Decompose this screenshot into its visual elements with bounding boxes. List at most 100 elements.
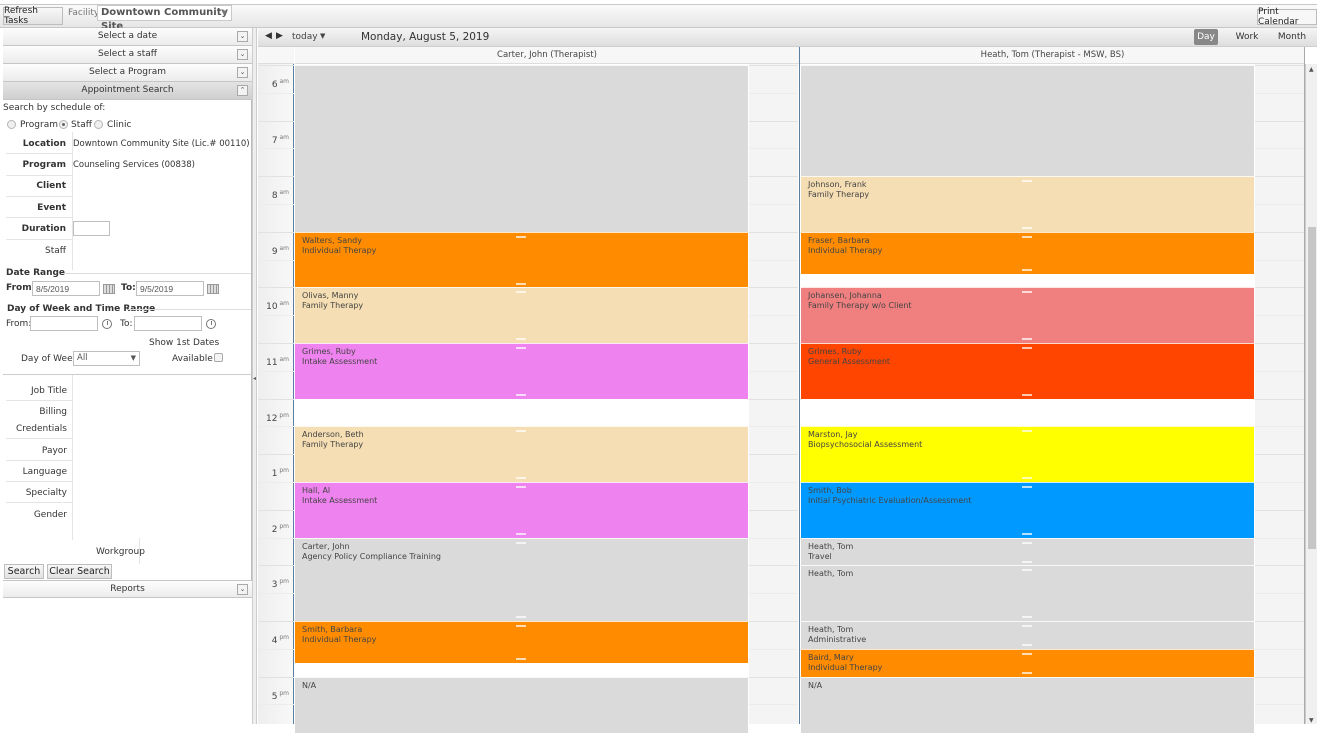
resize-handle[interactable] — [516, 394, 526, 396]
resize-handle[interactable] — [516, 291, 526, 293]
resize-handle[interactable] — [516, 283, 526, 285]
calendar-scrollbar[interactable]: ▲ ▼ — [1305, 64, 1317, 724]
appointment[interactable]: Johnson, Frank Family Therapy — [801, 176, 1254, 232]
unavailable-block[interactable]: N/A — [295, 677, 748, 733]
resize-handle[interactable] — [1022, 394, 1032, 396]
accordion-select-program[interactable]: Select a Program ⌄ — [3, 64, 252, 82]
appointment[interactable]: Anderson, Beth Family Therapy — [295, 426, 748, 482]
resize-handle[interactable] — [1022, 672, 1032, 674]
appointment[interactable]: Hall, Al Intake Assessment — [295, 482, 748, 538]
today-dropdown-icon[interactable]: ▼ — [320, 32, 325, 40]
resize-handle[interactable] — [1022, 644, 1032, 646]
grid-line — [749, 482, 798, 483]
radio-clinic[interactable] — [94, 120, 103, 129]
view-month-button[interactable]: Month — [1276, 29, 1308, 45]
radio-program-label: Program — [20, 120, 58, 130]
resize-handle[interactable] — [516, 338, 526, 340]
event-label: Event — [37, 203, 66, 213]
appointment[interactable]: Baird, Mary Individual Therapy — [801, 649, 1254, 677]
resize-handle[interactable] — [516, 542, 526, 544]
resize-handle[interactable] — [516, 347, 526, 349]
time-to-input[interactable] — [134, 316, 202, 331]
day-of-week-select[interactable]: All ▼ — [73, 351, 140, 366]
resize-handle[interactable] — [516, 658, 526, 660]
next-arrow-icon[interactable]: ▶ — [276, 31, 283, 41]
radio-program[interactable] — [7, 120, 16, 129]
resize-handle[interactable] — [516, 430, 526, 432]
appointment[interactable]: Grimes, Ruby General Assessment — [801, 343, 1254, 399]
appointment[interactable]: Smith, Barbara Individual Therapy — [295, 621, 748, 663]
view-work-week-button[interactable]: Work week — [1223, 29, 1271, 58]
resize-handle[interactable] — [1022, 227, 1032, 229]
accordion-reports[interactable]: Reports ⌄ — [3, 580, 252, 598]
accordion-appointment-search[interactable]: Appointment Search ⌃ — [3, 82, 252, 100]
resize-handle[interactable] — [1022, 653, 1032, 655]
appointment[interactable]: Olivas, Manny Family Therapy — [295, 287, 748, 343]
column-divider — [799, 47, 800, 724]
search-button[interactable]: Search — [4, 564, 44, 579]
scrollbar-thumb[interactable] — [1308, 227, 1316, 549]
facility-select[interactable]: Downtown Community Site ▼ — [97, 5, 232, 32]
appointment[interactable]: Johansen, Johanna Family Therapy w/o Clie… — [801, 287, 1254, 343]
scroll-up-icon[interactable]: ▲ — [1309, 66, 1314, 73]
resize-handle[interactable] — [1022, 236, 1032, 238]
scroll-down-icon[interactable]: ▼ — [1309, 717, 1314, 724]
resize-handle[interactable] — [1022, 569, 1032, 571]
resize-handle[interactable] — [1022, 347, 1032, 349]
resize-handle[interactable] — [516, 533, 526, 535]
resize-handle[interactable] — [516, 486, 526, 488]
unavailable-block[interactable] — [295, 65, 748, 232]
calendar-icon[interactable] — [207, 284, 219, 294]
clear-search-button[interactable]: Clear Search — [47, 564, 112, 579]
appointment[interactable]: Smith, Bob Initial Psychiatric Evaluation… — [801, 482, 1254, 538]
view-day-button[interactable]: Day — [1194, 29, 1218, 45]
calendar-icon[interactable] — [103, 284, 115, 294]
appointment[interactable]: Fraser, Barbara Individual Therapy — [801, 232, 1254, 274]
client-label: Client — [36, 181, 66, 191]
unavailable-block[interactable] — [801, 65, 1254, 176]
resize-handle[interactable] — [516, 625, 526, 627]
grid-line — [1255, 371, 1304, 372]
time-from-input[interactable] — [30, 316, 98, 331]
resize-handle[interactable] — [516, 616, 526, 618]
resize-handle[interactable] — [1022, 486, 1032, 488]
resize-handle[interactable] — [1022, 616, 1032, 618]
resize-handle[interactable] — [516, 236, 526, 238]
resize-handle[interactable] — [1022, 533, 1032, 535]
radio-staff[interactable] — [59, 120, 68, 129]
duration-input[interactable] — [73, 221, 110, 236]
refresh-tasks-button[interactable]: Refresh Tasks — [3, 6, 63, 26]
clock-icon[interactable] — [102, 319, 112, 329]
today-button[interactable]: today — [292, 32, 318, 42]
accordion-select-staff[interactable]: Select a staff ⌄ — [3, 46, 252, 64]
appointment[interactable]: Grimes, Ruby Intake Assessment — [295, 343, 748, 399]
appointment[interactable]: Heath, Tom — [801, 565, 1254, 621]
resize-handle[interactable] — [1022, 477, 1032, 479]
time-label: 3 pm — [271, 578, 289, 591]
panel-splitter[interactable]: ◂ — [252, 28, 257, 724]
resize-handle[interactable] — [516, 477, 526, 479]
resize-handle[interactable] — [1022, 180, 1032, 182]
resize-handle[interactable] — [1022, 625, 1032, 627]
appointment[interactable]: Walters, Sandy Individual Therapy — [295, 232, 748, 288]
appointment[interactable]: Marston, Jay Biopsychosocial Assessment — [801, 426, 1254, 482]
appointment[interactable]: Carter, John Agency Policy Compliance Tra… — [295, 538, 748, 621]
resize-handle[interactable] — [1022, 291, 1032, 293]
available-checkbox[interactable] — [214, 353, 223, 362]
clock-icon[interactable] — [206, 319, 216, 329]
date-from-input[interactable] — [32, 281, 100, 296]
appointment[interactable]: Heath, Tom Travel — [801, 538, 1254, 566]
appointment[interactable]: Heath, Tom Administrative — [801, 621, 1254, 649]
resize-handle[interactable] — [1022, 269, 1032, 271]
unavailable-block[interactable]: N/A — [801, 677, 1254, 733]
prev-arrow-icon[interactable]: ◀ — [265, 31, 272, 41]
resize-handle[interactable] — [1022, 338, 1032, 340]
collapse-arrow-icon[interactable]: ◂ — [253, 375, 256, 382]
resize-handle[interactable] — [1022, 430, 1032, 432]
date-to-input[interactable] — [136, 281, 204, 296]
print-calendar-button[interactable]: Print Calendar — [1257, 7, 1317, 27]
time-label: 7 am — [271, 133, 289, 146]
accordion-select-date[interactable]: Select a date ⌄ — [3, 28, 252, 46]
resize-handle[interactable] — [1022, 542, 1032, 544]
resize-handle[interactable] — [1022, 561, 1032, 563]
